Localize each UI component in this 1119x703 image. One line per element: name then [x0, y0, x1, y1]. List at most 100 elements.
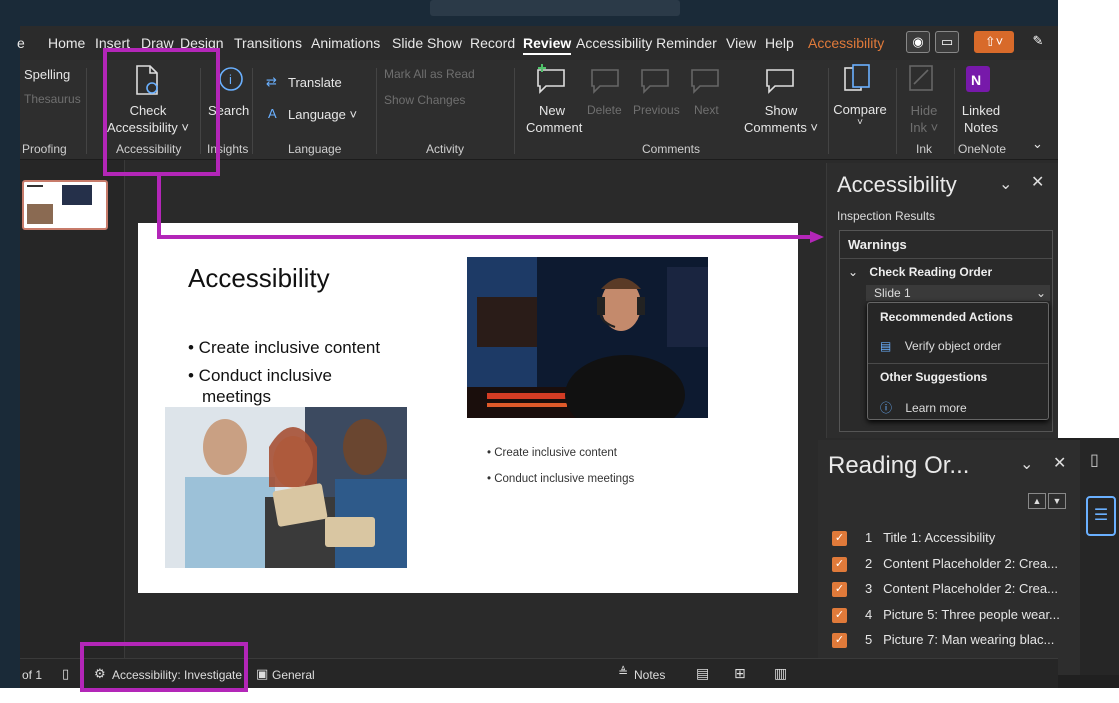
delete-comment-icon [591, 69, 619, 94]
slide-small-bullet[interactable]: • Conduct inclusive meetings [487, 473, 634, 485]
warnings-header[interactable]: Warnings [848, 237, 907, 252]
tab-record[interactable]: Record [470, 35, 515, 51]
activity-group-label: Activity [426, 142, 465, 156]
separator [376, 68, 377, 154]
reading-order-item[interactable]: ✓ 3 Content Placeholder 2: Crea... [832, 581, 1058, 601]
checkbox-icon[interactable]: ✓ [832, 633, 847, 649]
reading-order-item[interactable]: ✓ 4 Picture 5: Three people wear... [832, 607, 1060, 627]
checkbox-icon[interactable]: ✓ [832, 531, 847, 547]
reading-order-item[interactable]: ✓ 5 Picture 7: Man wearing blac... [832, 632, 1054, 652]
inspection-results-label: Inspection Results [837, 209, 936, 223]
next-comment-icon [691, 69, 719, 94]
show-comments-button[interactable]: Show Comments ˅ [738, 102, 824, 136]
verify-object-order-action[interactable]: ▤ Verify object order [880, 339, 1001, 353]
svg-text:i: i [229, 72, 232, 87]
tab-slide-show[interactable]: Slide Show [392, 35, 462, 51]
delete-button[interactable]: Delete [587, 103, 622, 117]
spelling-button[interactable]: Spelling [24, 67, 70, 82]
translate-button[interactable]: Translate [288, 75, 342, 90]
pane-options-icon[interactable]: ⌄ [999, 174, 1012, 194]
normal-view-icon[interactable]: ▤ [696, 665, 709, 682]
previous-button[interactable]: Previous [633, 103, 680, 117]
recommended-actions-header: Recommended Actions [880, 310, 1013, 324]
sensitivity-label[interactable]: General [272, 668, 315, 682]
onenote-icon: N [966, 66, 990, 92]
reading-order-tool-icon[interactable]: ☰ [1086, 496, 1116, 536]
designer-icon[interactable]: ✎ [1026, 31, 1050, 53]
mark-all-read-button[interactable]: Mark All as Read [384, 67, 475, 81]
next-button[interactable]: Next [694, 103, 719, 117]
learn-more-link[interactable]: ⓘ Learn more [880, 399, 967, 416]
slide-small-bullet[interactable]: • Create inclusive content [487, 447, 617, 459]
search-box[interactable] [430, 0, 680, 16]
slide-count: of 1 [22, 668, 43, 682]
checkbox-icon[interactable]: ✓ [832, 608, 847, 624]
info-icon: ⓘ [880, 401, 893, 415]
language-button[interactable]: Language ˅ [288, 107, 357, 122]
slide-sorter-icon[interactable]: ⊞ [734, 665, 746, 682]
slide-bullet-continuation[interactable]: meetings [202, 387, 271, 407]
slide-thumbnail-pane [20, 160, 125, 658]
new-comment-icon [537, 64, 565, 94]
thesaurus-button[interactable]: Thesaurus [24, 92, 81, 106]
book-icon[interactable]: ▯ [62, 666, 69, 682]
separator [252, 68, 253, 154]
comments-group-label: Comments [642, 142, 701, 156]
slide-bullet[interactable]: • Conduct inclusive [188, 366, 332, 386]
slide-thumbnail[interactable] [22, 180, 108, 230]
tab-view[interactable]: View [726, 35, 756, 51]
tab-accessibility-reminder[interactable]: Accessibility Reminder [576, 35, 717, 51]
notes-button[interactable]: Notes [634, 668, 665, 682]
accessibility-pane-title: Accessibility [837, 172, 957, 197]
share-icon[interactable]: ⇧˅ [974, 31, 1014, 53]
comments-icon[interactable]: ▭ [935, 31, 959, 53]
side-tool-strip: ▯ ☰ [1080, 438, 1119, 675]
tab-file[interactable]: e [17, 35, 25, 51]
three-people-photo[interactable] [165, 407, 407, 568]
reading-order-item[interactable]: ✓ 1 Title 1: Accessibility [832, 530, 995, 550]
checkbox-icon[interactable]: ✓ [832, 557, 847, 573]
tab-animations[interactable]: Animations [311, 35, 380, 51]
callout-line-horizontal [157, 235, 813, 239]
slide-1-item[interactable]: Slide 1 ⌄ [866, 285, 1050, 301]
move-up-icon[interactable]: ▲ [1028, 493, 1046, 509]
new-comment-button[interactable]: New Comment [526, 102, 582, 136]
reading-order-icon: ▤ [880, 339, 892, 353]
show-changes-button[interactable]: Show Changes [384, 93, 465, 107]
close-icon[interactable]: ✕ [1031, 172, 1044, 192]
slide-title[interactable]: Accessibility [188, 263, 330, 294]
record-icon[interactable]: ◉ [906, 31, 930, 53]
collapse-ribbon-icon[interactable]: ⌄ [1032, 136, 1043, 152]
separator [514, 68, 515, 154]
divider [868, 363, 1048, 364]
compare-button[interactable]: Compare ˅ [828, 102, 892, 128]
slide-bullet[interactable]: • Create inclusive content [188, 338, 380, 358]
sensitivity-icon: ▣ [256, 666, 269, 681]
callout-arrow-icon [810, 231, 824, 243]
hide-ink-icon [909, 65, 933, 91]
reading-order-pane: Reading Or... ⌄ ✕ ▲ ▼ ✓ 1 Title 1: Access… [818, 440, 1080, 675]
hide-ink-button[interactable]: Hide Ink ˅ [900, 102, 948, 136]
tab-review[interactable]: Review [523, 35, 572, 55]
checkbox-icon[interactable]: ✓ [832, 582, 847, 598]
check-reading-order-item[interactable]: ⌄ Check Reading Order [848, 265, 992, 279]
recommended-actions-popup: Recommended Actions ▤ Verify object orde… [867, 302, 1049, 420]
compare-icon [844, 64, 870, 91]
close-icon[interactable]: ✕ [1053, 453, 1066, 473]
tab-home[interactable]: Home [48, 35, 85, 51]
ink-group-label: Ink [916, 142, 933, 156]
linked-notes-button[interactable]: Linked Notes [956, 102, 1006, 136]
move-down-icon[interactable]: ▼ [1048, 493, 1066, 509]
gamer-photo[interactable] [467, 257, 708, 418]
translate-icon: ⇄ [266, 74, 277, 89]
tab-transitions[interactable]: Transitions [234, 35, 302, 51]
background-white [1058, 0, 1119, 438]
other-suggestions-header: Other Suggestions [880, 370, 988, 384]
document-icon[interactable]: ▯ [1090, 450, 1099, 470]
reading-view-icon[interactable]: ▥ [774, 665, 787, 682]
check-accessibility-highlight [103, 48, 220, 176]
reading-order-item[interactable]: ✓ 2 Content Placeholder 2: Crea... [832, 556, 1058, 576]
pane-options-icon[interactable]: ⌄ [1020, 454, 1033, 474]
tab-accessibility[interactable]: Accessibility [808, 35, 884, 51]
tab-help[interactable]: Help [765, 35, 794, 51]
